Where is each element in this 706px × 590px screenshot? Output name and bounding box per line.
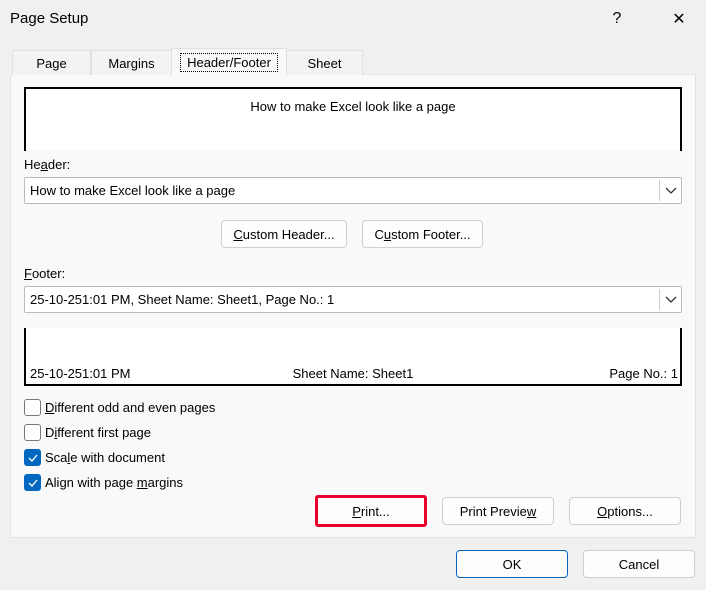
chevron-down-icon[interactable] <box>659 180 681 201</box>
align-with-margins-checkbox[interactable] <box>24 474 41 491</box>
tab-label: Margins <box>108 55 155 71</box>
custom-footer-button[interactable]: Cu stom Footer... <box>362 220 483 248</box>
header-preview-center: How to make Excel look like a page <box>250 99 456 114</box>
footer-value: 25-10-251:01 PM, Sheet Name: Sheet1, Pag… <box>30 292 335 307</box>
footer-preview-right: Page No.: 1 <box>609 366 678 381</box>
checkbox-label: Align with page margins <box>45 475 184 490</box>
ok-button[interactable]: OK <box>456 550 568 578</box>
chevron-down-icon[interactable] <box>659 289 681 310</box>
scale-with-document-checkbox[interactable] <box>24 449 41 466</box>
tab-label: Sheet <box>307 55 342 71</box>
different-odd-even-checkbox[interactable] <box>24 399 41 416</box>
header-label: Header: <box>24 157 71 172</box>
close-button[interactable]: ✕ <box>656 0 702 38</box>
tab-header-footer[interactable]: Header/Footer <box>171 48 287 76</box>
checkmark-icon <box>28 454 37 462</box>
custom-header-button[interactable]: Custom Header... <box>221 220 347 248</box>
tab-margins[interactable]: Margins <box>91 50 172 75</box>
header-preview: How to make Excel look like a page <box>24 87 682 151</box>
header-value: How to make Excel look like a page <box>30 183 236 198</box>
footer-preview-center: Sheet Name: Sheet1 <box>292 366 414 381</box>
footer-select[interactable]: 25-10-251:01 PM, Sheet Name: Sheet1, Pag… <box>24 286 682 313</box>
tab-label: Page <box>36 55 67 71</box>
dialog-title: Page Setup <box>10 10 89 27</box>
cancel-button[interactable]: Cancel <box>583 550 695 578</box>
help-button[interactable]: ? <box>594 0 640 38</box>
footer-label: Footer: <box>24 266 66 281</box>
header-select[interactable]: How to make Excel look like a page <box>24 177 682 204</box>
checkmark-icon <box>28 479 37 487</box>
checkbox-label: Different first page <box>45 425 151 440</box>
tab-sheet[interactable]: Sheet <box>286 50 363 75</box>
footer-preview: 25-10-251:01 PM Sheet Name: Sheet1 Page … <box>24 328 682 386</box>
tab-label: Header/Footer <box>180 53 278 72</box>
different-first-page-checkbox[interactable] <box>24 424 41 441</box>
print-preview-button[interactable]: Print Previe w <box>442 497 554 525</box>
options-button[interactable]: Options... <box>569 497 681 525</box>
checkbox-label: Scale with document <box>45 450 165 465</box>
tab-page[interactable]: Page <box>12 50 91 75</box>
print-button[interactable]: Print... <box>315 495 427 527</box>
checkbox-label: Different odd and even pages <box>45 400 216 415</box>
